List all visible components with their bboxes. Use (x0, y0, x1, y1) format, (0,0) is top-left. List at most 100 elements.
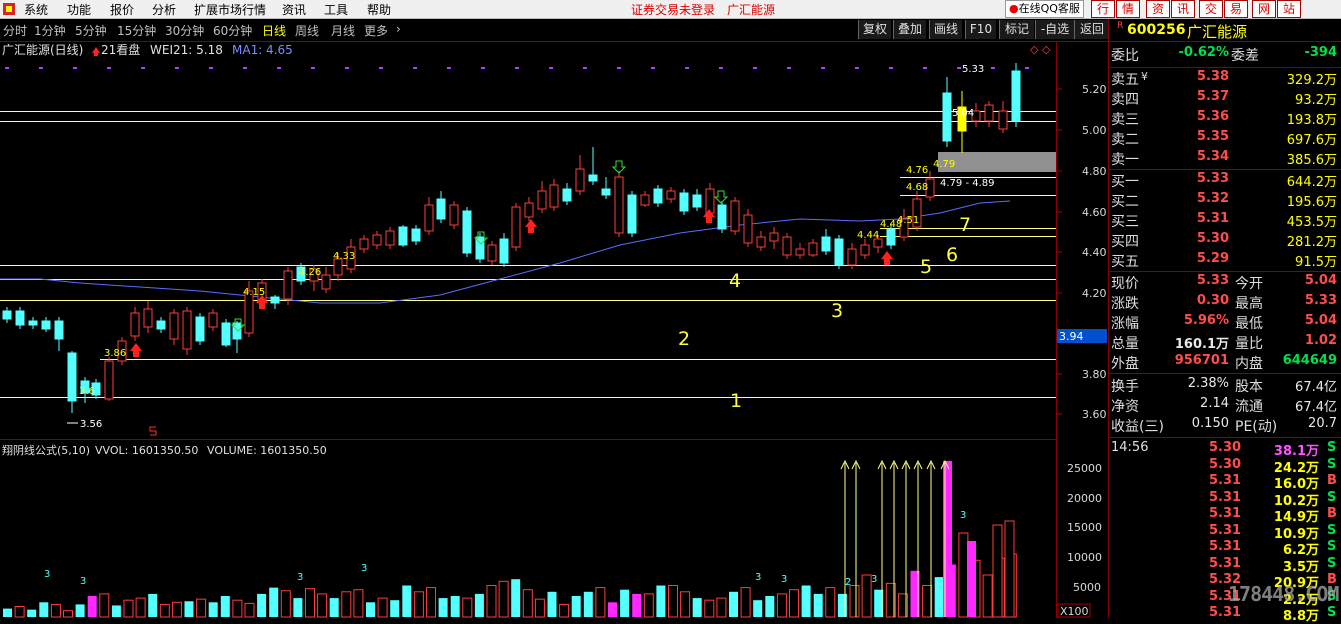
candle-body (998, 110, 1008, 130)
weicha-label: 委差 (1231, 48, 1259, 64)
tab-daily[interactable]: 日线 (262, 22, 286, 39)
tick-price: 5.31 (1209, 522, 1242, 538)
menu-analysis[interactable]: 分析 (152, 1, 176, 18)
remove-watchlist-button[interactable]: -自选 (1035, 20, 1074, 39)
fund-value: 2.38% (1187, 376, 1229, 391)
zone-label-7: 7 (959, 214, 971, 236)
trade-login-status[interactable]: 证券交易未登录 (631, 1, 715, 18)
tick-row: 5.31 8.8万 S (1109, 605, 1341, 624)
overlay-button[interactable]: 叠加 (893, 20, 926, 39)
f10-button[interactable]: F10 (965, 20, 996, 39)
candle-body (860, 244, 870, 256)
r-mark: R (1117, 21, 1124, 31)
buy-level-row[interactable]: 买四 5.30 281.2万 (1109, 231, 1341, 251)
tab-monthly[interactable]: 月线 (331, 22, 355, 39)
tab-5min[interactable]: 5分钟 (75, 22, 107, 39)
svg-text:3: 3 (44, 569, 50, 580)
annot-36: 3.6 (79, 386, 95, 397)
sell-level-row[interactable]: 卖五 ¥5.38 329.2万 (1109, 69, 1341, 89)
candle-body (424, 204, 434, 232)
sell-level-row[interactable]: 卖一 5.34 385.6万 (1109, 149, 1341, 169)
tick-side: B (1327, 506, 1337, 521)
purple-dot (753, 67, 757, 69)
stat-value: 5.33 (1304, 293, 1337, 308)
zone-label-5: 5 (920, 256, 932, 278)
buy-level-row[interactable]: 买三 5.31 453.5万 (1109, 211, 1341, 231)
menu-quote[interactable]: 报价 (110, 1, 134, 18)
stat-label: 涨幅 (1111, 316, 1139, 332)
price-tick: 4.20 (1082, 287, 1107, 300)
candle-body (372, 234, 382, 246)
tab-60min[interactable]: 60分钟 (213, 22, 252, 39)
buy-level-row[interactable]: 买五 5.29 91.5万 (1109, 251, 1341, 271)
top-btn-zi[interactable]: 资 (1146, 0, 1170, 18)
tab-15min[interactable]: 15分钟 (117, 22, 156, 39)
purple-dot (481, 67, 485, 69)
buy-level-label: 买三 (1111, 214, 1139, 230)
menu-ext-market[interactable]: 扩展市场行情 (194, 1, 266, 18)
back-button[interactable]: 返回 (1074, 20, 1109, 39)
mark-button[interactable]: 标记 (999, 20, 1034, 39)
top-btn-zhan[interactable]: 站 (1277, 0, 1301, 18)
sell-level-price: 5.35 (1196, 129, 1229, 144)
tab-30min[interactable]: 30分钟 (165, 22, 204, 39)
volume-bar (474, 593, 484, 617)
menu-tools[interactable]: 工具 (324, 1, 348, 18)
top-btn-qing[interactable]: 情 (1116, 0, 1140, 18)
sell-level-row[interactable]: 卖四 5.37 93.2万 (1109, 89, 1341, 109)
tab-more[interactable]: 更多 (364, 22, 388, 39)
menu-system[interactable]: 系统 (24, 1, 48, 18)
volume-bar (148, 593, 158, 617)
candle-body (717, 204, 727, 230)
top-btn-jiao[interactable]: 交 (1199, 0, 1223, 18)
sell-level-row[interactable]: 卖三 5.36 193.8万 (1109, 109, 1341, 129)
tab-1min[interactable]: 1分钟 (34, 22, 66, 39)
top-btn-yi[interactable]: 易 (1224, 0, 1248, 18)
restore-rights-button[interactable]: 复权 (858, 20, 891, 39)
sell-level-price: 5.36 (1196, 109, 1229, 124)
price-tick: 3.80 (1082, 368, 1107, 381)
buy-level-row[interactable]: 买一 5.33 644.2万 (1109, 171, 1341, 191)
stat-value: 644649 (1282, 353, 1337, 368)
tick-row: 5.31 3.5万 S (1109, 555, 1341, 575)
volume-bar (171, 601, 182, 618)
stat-label: 最低 (1235, 316, 1263, 332)
signal-arrows (130, 160, 893, 436)
menu-news[interactable]: 资讯 (282, 1, 306, 18)
qq-service-button[interactable]: ●在线QQ客服 (1005, 0, 1084, 18)
tab-fenshi[interactable]: 分时 (3, 22, 27, 39)
top-btn-wang[interactable]: 网 (1252, 0, 1276, 18)
fund-label: 股本 (1235, 379, 1263, 395)
candle-body (15, 310, 25, 326)
buy-level-row[interactable]: 买二 5.32 195.6万 (1109, 191, 1341, 211)
top-btn-hang[interactable]: 行 (1091, 0, 1115, 18)
volume-bar (135, 597, 146, 618)
sell-level-row[interactable]: 卖二 5.35 697.6万 (1109, 129, 1341, 149)
sell-level-label: 卖三 (1111, 112, 1139, 128)
draw-line-button[interactable]: 画线 (929, 20, 962, 39)
purple-dot (719, 67, 723, 69)
tick-row: 14:56 5.30 38.1万 S (1109, 440, 1341, 459)
price-tick: 5.20 (1082, 83, 1107, 96)
stat-label: 外盘 (1111, 356, 1139, 372)
tick-price: 5.31 (1209, 555, 1242, 571)
kline-chart[interactable]: 广汇能源(日线) 21看盘 WEI21: 5.18 MA1: 4.65 5.33… (0, 41, 1108, 618)
stat-value: 1.02 (1304, 333, 1337, 348)
volume-bar (716, 597, 727, 618)
more-chevron-icon[interactable]: › (396, 22, 401, 36)
tab-weekly[interactable]: 周线 (295, 22, 319, 39)
fund-value: 20.7 (1308, 416, 1337, 431)
volume-bar (776, 593, 787, 618)
purple-dot (991, 67, 995, 69)
volume-bar (450, 596, 460, 617)
menu-function[interactable]: 功能 (67, 1, 91, 18)
fundamental-row: 净资 2.14 流通 67.4亿 (1109, 396, 1341, 416)
top-btn-xun[interactable]: 讯 (1171, 0, 1195, 18)
stat-label: 现价 (1111, 276, 1139, 292)
tick-price: 5.31 (1209, 473, 1242, 488)
volume-bar (353, 589, 364, 618)
purple-dot (685, 67, 689, 69)
menu-help[interactable]: 帮助 (367, 1, 391, 18)
purple-dot (345, 67, 349, 69)
zone-label-2: 2 (678, 328, 690, 350)
